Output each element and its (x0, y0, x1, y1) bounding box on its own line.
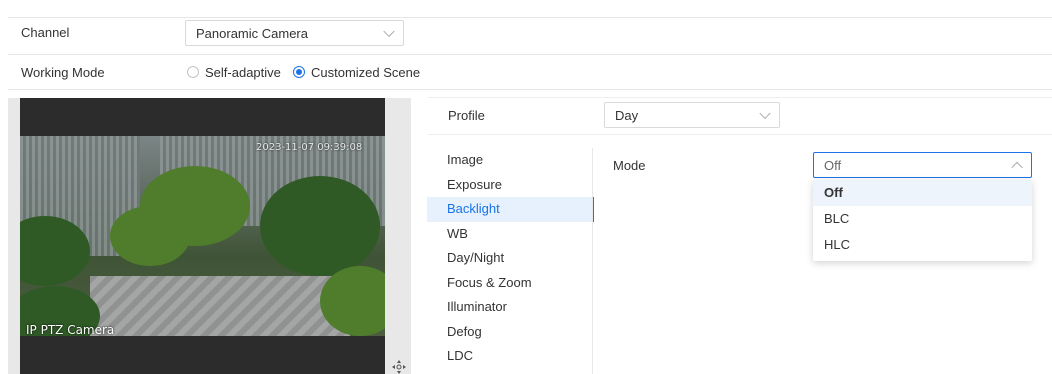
menu-divider (592, 148, 593, 374)
move-icon[interactable] (392, 360, 406, 374)
radio-icon (187, 66, 199, 78)
profile-label: Profile (448, 108, 485, 123)
mode-option-off[interactable]: Off (813, 180, 1032, 206)
menu-item-exposure[interactable]: Exposure (427, 173, 594, 198)
menu-item-image[interactable]: Image (427, 148, 594, 173)
channel-label: Channel (21, 25, 70, 40)
radio-label: Customized Scene (311, 65, 421, 80)
working-mode-radio-customized-scene[interactable]: Customized Scene (291, 64, 421, 80)
osd-channel-title: IP PTZ Camera (26, 323, 115, 337)
menu-item-focus-zoom[interactable]: Focus & Zoom (427, 271, 594, 296)
mode-select-value: Off (824, 157, 842, 173)
osd-time: 2023-11-07 09:39:08 (256, 142, 363, 153)
profile-select[interactable]: Day (604, 102, 780, 128)
scene-tree (110, 206, 190, 266)
working-mode-radio-self-adaptive[interactable]: Self-adaptive (185, 64, 281, 80)
chevron-up-icon (1011, 161, 1023, 174)
mode-option-blc[interactable]: BLC (813, 206, 1032, 232)
radio-selected-icon (293, 66, 305, 78)
mode-dropdown: Off BLC HLC (813, 180, 1032, 261)
working-mode-label: Working Mode (21, 65, 105, 80)
video-scene (20, 136, 385, 336)
menu-item-backlight[interactable]: Backlight (427, 197, 594, 222)
working-mode-divider (8, 89, 1052, 90)
menu-item-ldc[interactable]: LDC (427, 344, 594, 369)
radio-label: Self-adaptive (205, 65, 281, 80)
channel-select[interactable]: Panoramic Camera (185, 20, 404, 46)
live-video[interactable]: 2023-11-07 09:39:08 IP PTZ Camera (20, 98, 385, 374)
scene-plaza (90, 276, 350, 336)
chevron-down-icon (759, 107, 771, 120)
menu-item-illuminator[interactable]: Illuminator (427, 295, 594, 320)
profile-select-value: Day (615, 107, 639, 123)
channel-divider (8, 54, 1052, 55)
settings-menu: Image Exposure Backlight WB Day/Night Fo… (427, 148, 594, 369)
mode-option-hlc[interactable]: HLC (813, 232, 1032, 258)
menu-item-wb[interactable]: WB (427, 222, 594, 247)
chevron-down-icon (383, 25, 395, 38)
channel-select-value: Panoramic Camera (196, 25, 308, 41)
menu-item-day-night[interactable]: Day/Night (427, 246, 594, 271)
top-divider (8, 17, 1052, 18)
scene-tree (260, 176, 380, 276)
mode-select[interactable]: Off (813, 152, 1032, 178)
menu-item-defog[interactable]: Defog (427, 320, 594, 345)
mode-label: Mode (613, 158, 646, 173)
video-panel: 2023-11-07 09:39:08 IP PTZ Camera (8, 98, 411, 374)
